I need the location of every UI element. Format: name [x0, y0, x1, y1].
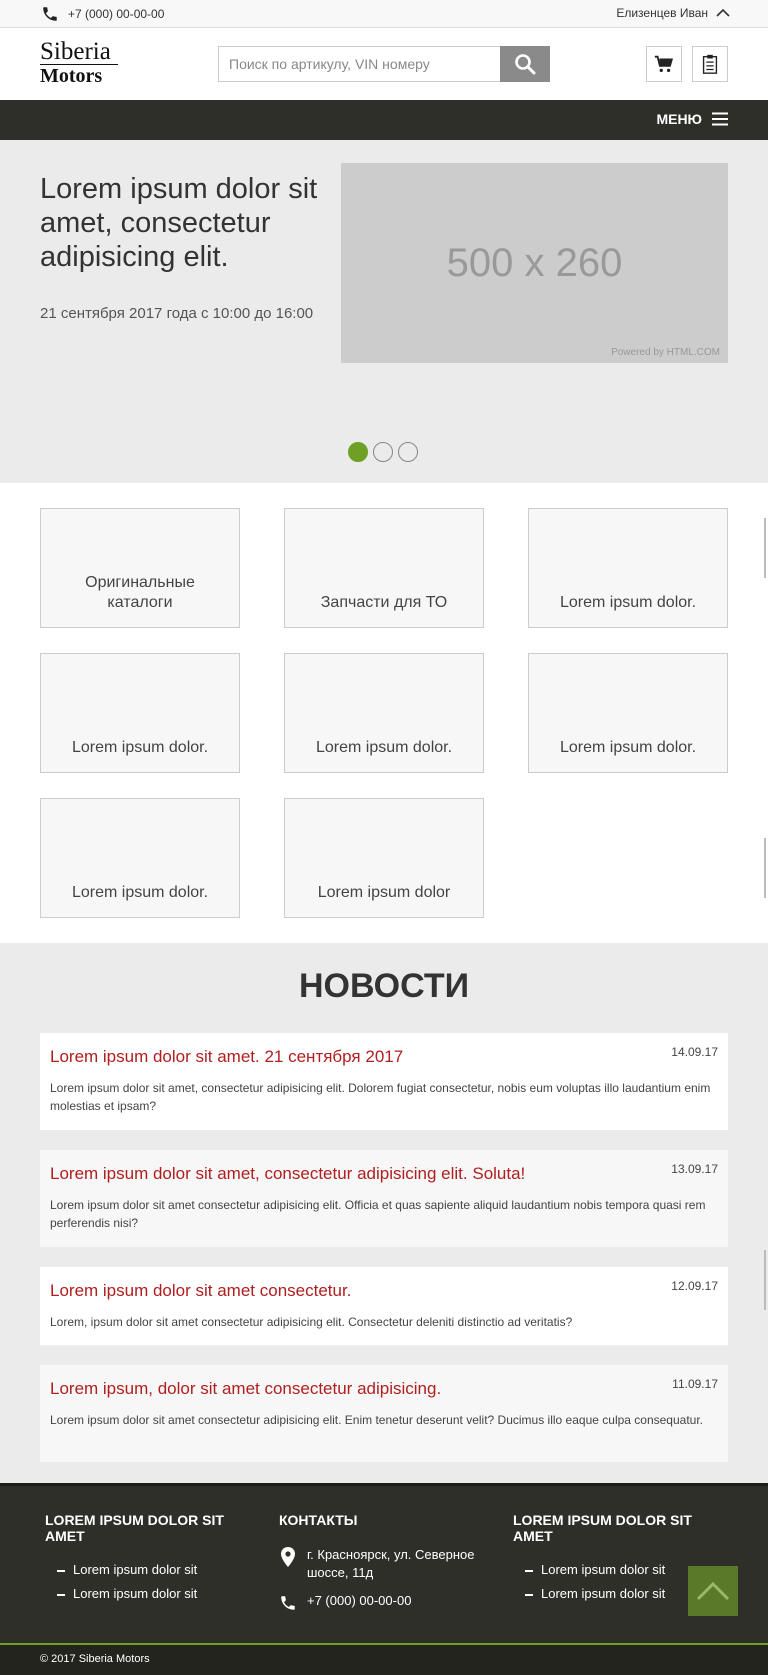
footer-col-3-heading: LOREM IPSUM DOLOR SIT AMET — [513, 1512, 692, 1544]
news-date: 14.09.17 — [671, 1045, 718, 1059]
phone-icon — [281, 1596, 295, 1610]
scrollbar-tick — [764, 518, 766, 578]
footer-contacts-heading: КОНТАКТЫ — [279, 1512, 358, 1528]
category-tile[interactable]: Lorem ipsum dolor. — [528, 653, 728, 773]
logo-line-1: Siberia — [40, 38, 111, 65]
copyright-bar: © 2017 Siberia Motors — [0, 1643, 768, 1675]
news-date: 12.09.17 — [671, 1279, 718, 1293]
placeholder-size: 500 x 260 — [446, 241, 623, 285]
chevron-up-icon — [716, 8, 730, 17]
news-title[interactable]: Lorem ipsum, dolor sit amet consectetur … — [50, 1379, 718, 1399]
top-phone-number: +7 (000) 00-00-00 — [68, 7, 165, 21]
category-tile[interactable]: Lorem ipsum dolor. — [40, 653, 240, 773]
scroll-to-top-button[interactable] — [688, 1566, 738, 1616]
news-item[interactable]: Lorem ipsum dolor sit amet. 21 сентября … — [40, 1033, 728, 1130]
user-name: Елизенцев Иван — [616, 6, 708, 20]
scrollbar-tick — [764, 838, 766, 898]
category-tile[interactable]: Lorem ipsum dolor. — [528, 508, 728, 628]
news-title[interactable]: Lorem ipsum dolor sit amet consectetur. — [50, 1281, 718, 1301]
chevron-up-icon — [696, 1581, 730, 1601]
top-phone[interactable]: +7 (000) 00-00-00 — [40, 5, 164, 23]
slider-dot-2[interactable] — [373, 442, 393, 462]
menu-label: МЕНЮ — [656, 111, 702, 127]
news-item[interactable]: Lorem ipsum dolor sit amet consectetur. … — [40, 1267, 728, 1345]
site-footer: LOREM IPSUM DOLOR SIT AMET Lorem ipsum d… — [0, 1483, 768, 1643]
news-item[interactable]: Lorem ipsum dolor sit amet, consectetur … — [40, 1150, 728, 1247]
main-nav: МЕНЮ — [0, 100, 768, 140]
footer-phone-text: +7 (000) 00-00-00 — [307, 1593, 412, 1608]
category-tile[interactable]: Lorem ipsum dolor. — [284, 653, 484, 773]
category-tile[interactable]: Lorem ipsum dolor — [284, 798, 484, 918]
hero-date: 21 сентября 2017 года с 10:00 до 16:00 — [40, 305, 314, 322]
orders-button[interactable] — [692, 46, 728, 82]
footer-address: г. Красноярск, ул. Северное шоссе, 11д — [279, 1546, 489, 1582]
phone-icon — [43, 7, 57, 21]
search-input[interactable] — [218, 46, 500, 82]
category-tile[interactable]: Lorem ipsum dolor. — [40, 798, 240, 918]
category-tile[interactable]: Оригинальные каталоги — [40, 508, 240, 628]
news-excerpt: Lorem, ipsum dolor sit amet consectetur … — [50, 1315, 573, 1329]
user-menu[interactable]: Елизенцев Иван — [616, 6, 730, 20]
slider-dot-3[interactable] — [398, 442, 418, 462]
clipboard-icon — [702, 54, 718, 74]
slider-dots — [348, 442, 423, 462]
news-excerpt: Lorem ipsum dolor sit amet consectetur a… — [50, 1198, 706, 1230]
hero-slider: Lorem ipsum dolor sit amet, consectetur … — [0, 140, 768, 483]
news-date: 11.09.17 — [672, 1377, 718, 1391]
footer-contacts: КОНТАКТЫ г. Красноярск, ул. Северное шос… — [279, 1512, 489, 1624]
search-button[interactable] — [500, 46, 550, 82]
footer-address-text: г. Красноярск, ул. Северное шоссе, 11д — [307, 1547, 475, 1580]
cart-button[interactable] — [646, 46, 682, 82]
copyright-text: © 2017 Siberia Motors — [40, 1653, 150, 1665]
top-bar: +7 (000) 00-00-00 Елизенцев Иван — [0, 0, 768, 28]
placeholder-credit: Powered by HTML.COM — [611, 347, 720, 358]
scrollbar-tick — [764, 1250, 766, 1310]
news-title[interactable]: Lorem ipsum dolor sit amet, consectetur … — [50, 1164, 718, 1184]
hero-image-placeholder: 500 x 260 Powered by HTML.COM — [341, 163, 728, 363]
search-bar — [218, 46, 550, 82]
site-logo[interactable]: Siberia Motors — [40, 38, 120, 88]
footer-col-1: LOREM IPSUM DOLOR SIT AMET Lorem ipsum d… — [45, 1512, 255, 1610]
hamburger-icon — [712, 112, 728, 126]
news-date: 13.09.17 — [671, 1162, 718, 1176]
news-title[interactable]: Lorem ipsum dolor sit amet. 21 сентября … — [50, 1047, 718, 1067]
footer-phone[interactable]: +7 (000) 00-00-00 — [279, 1592, 489, 1614]
hero-title: Lorem ipsum dolor sit amet, consectetur … — [40, 173, 318, 273]
footer-link[interactable]: Lorem ipsum dolor sit — [45, 1586, 255, 1601]
search-icon — [515, 54, 536, 75]
news-section: НОВОСТИ Lorem ipsum dolor sit amet. 21 с… — [0, 943, 768, 1483]
menu-button[interactable]: МЕНЮ — [656, 111, 728, 127]
news-excerpt: Lorem ipsum dolor sit amet consectetur a… — [50, 1413, 704, 1427]
news-excerpt: Lorem ipsum dolor sit amet, consectetur … — [50, 1081, 711, 1113]
footer-link[interactable]: Lorem ipsum dolor sit — [45, 1562, 255, 1577]
site-header: Siberia Motors — [0, 28, 768, 100]
footer-col-1-heading: LOREM IPSUM DOLOR SIT AMET — [45, 1512, 224, 1544]
news-item[interactable]: Lorem ipsum, dolor sit amet consectetur … — [40, 1365, 728, 1462]
news-heading: НОВОСТИ — [298, 967, 470, 1005]
category-tile[interactable]: Запчасти для ТО — [284, 508, 484, 628]
cart-icon — [654, 55, 674, 73]
map-pin-icon — [281, 1547, 295, 1567]
slider-dot-1[interactable] — [348, 442, 368, 462]
logo-line-2: Motors — [40, 64, 118, 87]
